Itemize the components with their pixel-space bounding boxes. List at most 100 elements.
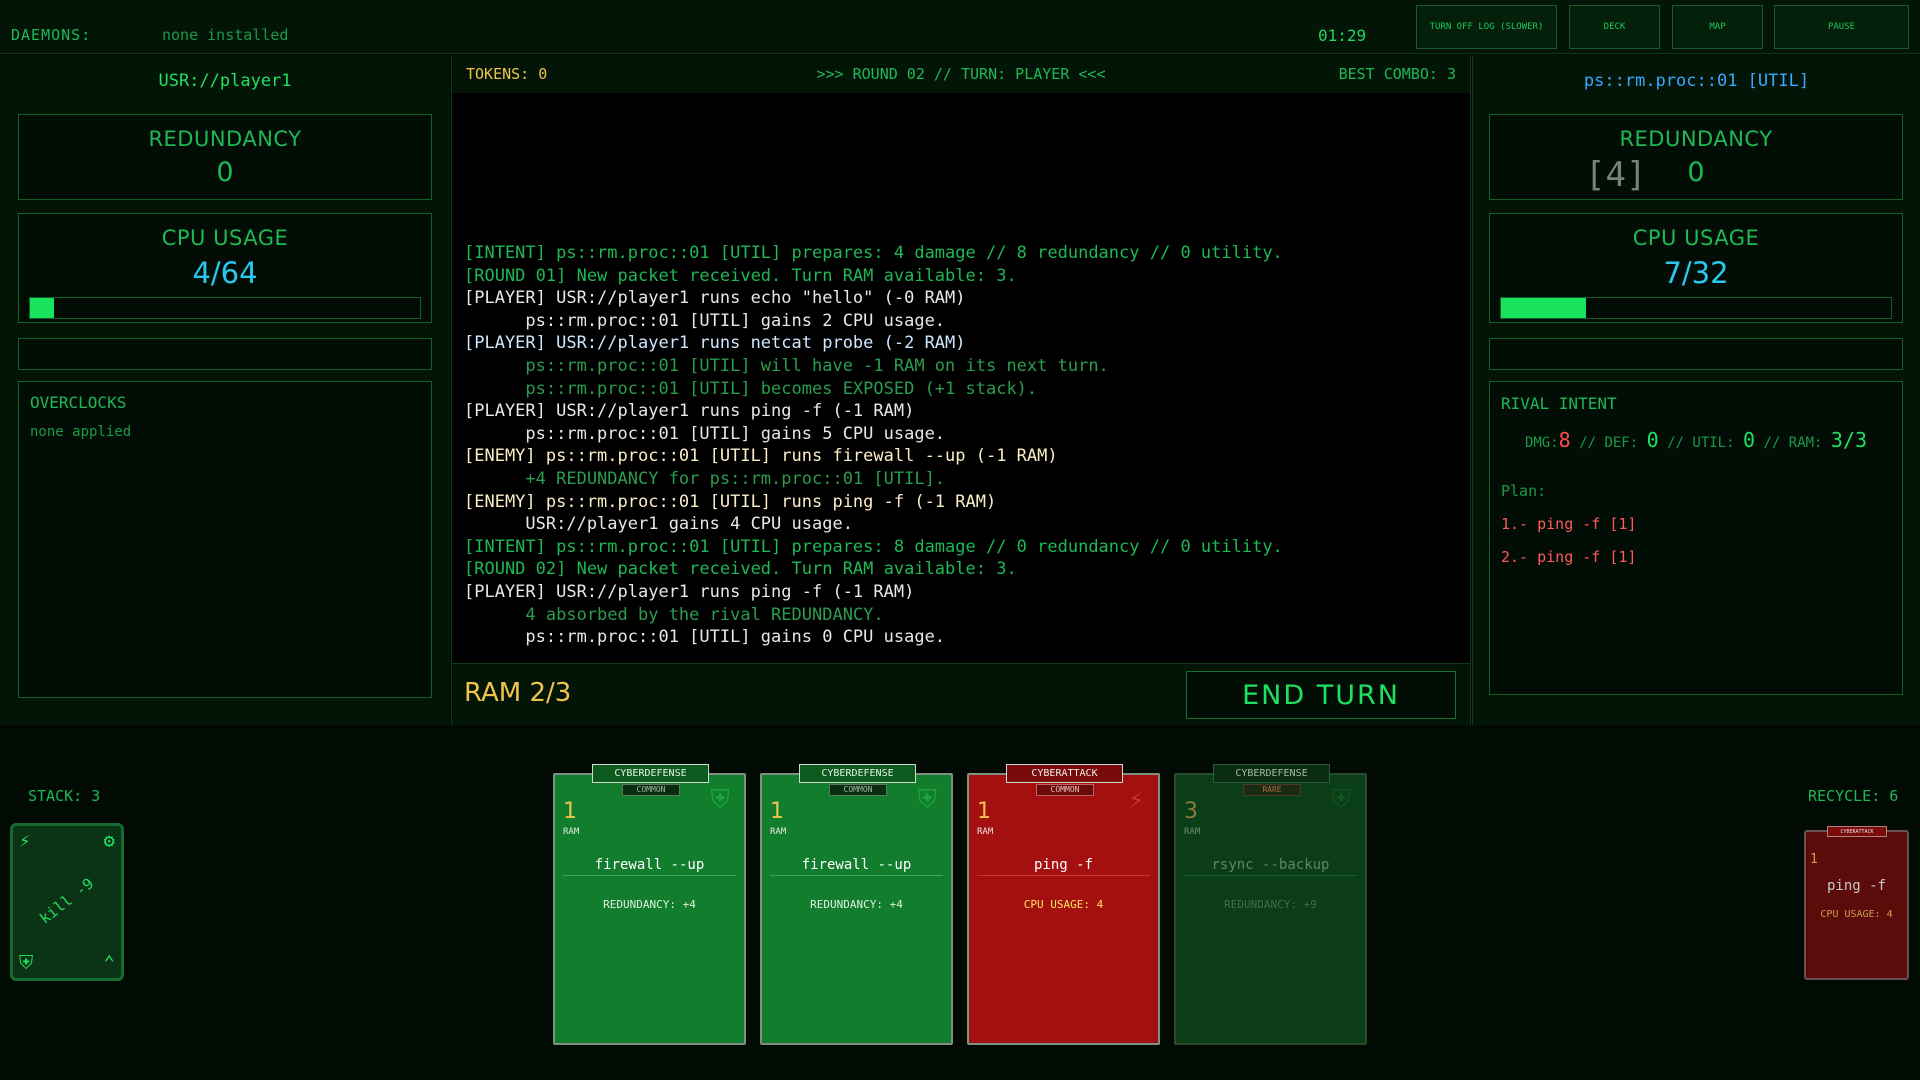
recycle-card-cost: 1	[1810, 852, 1818, 867]
player-redundancy-label: REDUNDANCY	[148, 127, 302, 151]
rival-intent-stats: DMG:8 // DEF: 0 // UTIL: 0 // RAM: 3/3	[1490, 428, 1902, 452]
combat-log[interactable]: [INTENT] ps::rm.proc::01 [UTIL] prepares…	[464, 242, 1464, 649]
hand-card[interactable]: CYBERDEFENSE COMMON 1 RAM ⛨ firewall --u…	[760, 764, 953, 1045]
redundancy-popup: [4]	[1585, 155, 1647, 195]
intent-sep: //	[1579, 435, 1597, 451]
card-name: ping -f	[1033, 857, 1093, 873]
plan-item: 2.- ping -f [1]	[1501, 548, 1637, 566]
intent-ram-value: 3/3	[1830, 428, 1868, 452]
card-rarity: COMMON	[622, 784, 680, 796]
rival-intent-box: RIVAL INTENT DMG:8 // DEF: 0 // UTIL: 0 …	[1489, 381, 1903, 695]
log-line: [PLAYER] USR://player1 runs ping -f (-1 …	[464, 581, 915, 602]
round-header: TOKENS: 0 >>> ROUND 02 // TURN: PLAYER <…	[452, 55, 1470, 93]
draw-pile-card[interactable]: ⚡ ⚙ kill -9 ⛨ ⌃	[10, 823, 124, 981]
recycle-pile-card[interactable]: CYBERATTACK 1 ping -f CPU USAGE: 4	[1804, 826, 1909, 980]
log-line: 4 absorbed by the rival REDUNDANCY.	[464, 604, 884, 625]
turn-timer: 01:29	[1318, 26, 1367, 45]
hand-card[interactable]: CYBERATTACK COMMON 1 RAM ⚡ ping -f CPU U…	[967, 764, 1160, 1045]
card-cost-label: RAM	[770, 827, 787, 837]
log-line: USR://player1 gains 4 CPU usage.	[464, 514, 853, 535]
plan-label: Plan:	[1501, 482, 1547, 500]
recycle-card-effect: CPU USAGE: 4	[1820, 909, 1893, 920]
daemons-value: none installed	[162, 26, 289, 44]
intent-dmg-label: DMG:	[1524, 435, 1559, 451]
player-cpu-box: CPU USAGE 4/64	[18, 213, 432, 323]
log-line: +4 REDUNDANCY for ps::rm.proc::01 [UTIL]…	[464, 468, 946, 489]
overclocks-value: none applied	[30, 424, 132, 440]
plan-item: 1.- ping -f [1]	[1501, 515, 1637, 533]
card-cost: 1	[977, 799, 991, 824]
intent-sep: //	[1763, 435, 1781, 451]
round-indicator: >>> ROUND 02 // TURN: PLAYER <<<	[816, 65, 1106, 83]
log-line: ps::rm.proc::01 [UTIL] will have -1 RAM …	[464, 355, 1109, 376]
card-name: rsync --backup	[1211, 857, 1330, 873]
card-effect: REDUNDANCY: +4	[603, 898, 696, 911]
intent-ram-label: RAM:	[1788, 435, 1823, 451]
card-type: CYBERDEFENSE	[1213, 764, 1330, 783]
toggle-log-button[interactable]: TURN OFF LOG (SLOWER)	[1416, 5, 1557, 49]
player-status-strip	[18, 338, 432, 370]
player-cpu-bar-fill	[30, 298, 55, 318]
log-line: [ROUND 01] New packet received. Turn RAM…	[464, 265, 1017, 286]
intent-sep: //	[1667, 435, 1684, 451]
rival-cpu-label: CPU USAGE	[1632, 226, 1760, 250]
card-effect: CPU USAGE: 4	[1023, 898, 1104, 911]
rival-intent-label: RIVAL INTENT	[1501, 394, 1617, 413]
player-cpu-bar	[29, 297, 421, 319]
daemons-label: DAEMONS:	[11, 26, 92, 44]
gear-icon: ⚙	[103, 830, 115, 852]
log-line: [ENEMY] ps::rm.proc::01 [UTIL] runs fire…	[464, 446, 1058, 467]
map-button[interactable]: MAP	[1672, 5, 1763, 49]
card-type: CYBERDEFENSE	[592, 764, 709, 783]
shield-icon: ⛨	[1331, 785, 1351, 815]
intent-def-value: 0	[1646, 428, 1659, 452]
shield-icon: ⛨	[710, 785, 730, 815]
hand-card[interactable]: CYBERDEFENSE RARE 3 RAM ⛨ rsync --backup…	[1174, 764, 1367, 1045]
overclocks-box: OVERCLOCKS none applied	[18, 381, 432, 698]
end-turn-button[interactable]: END TURN	[1186, 671, 1456, 719]
recycle-card-type: CYBERATTACK	[1827, 826, 1887, 837]
log-line: [INTENT] ps::rm.proc::01 [UTIL] prepares…	[464, 243, 1283, 263]
log-line: [PLAYER] USR://player1 runs netcat probe…	[464, 333, 966, 354]
deck-button[interactable]: DECK	[1569, 5, 1660, 49]
card-effect: REDUNDANCY: +4	[810, 898, 903, 911]
card-cost-label: RAM	[563, 827, 580, 837]
player-cpu-value: 4/64	[192, 256, 258, 290]
player-redundancy-box: REDUNDANCY 0	[18, 114, 432, 200]
card-cost: 3	[1184, 799, 1198, 824]
player-name: USR://player1	[158, 71, 292, 91]
card-divider	[1184, 875, 1357, 876]
intent-def-label: DEF:	[1604, 435, 1639, 451]
rival-cpu-bar-fill	[1501, 298, 1587, 318]
log-line: ps::rm.proc::01 [UTIL] gains 2 CPU usage…	[464, 310, 946, 331]
card-type: CYBERDEFENSE	[799, 764, 916, 783]
rival-redundancy-box: REDUNDANCY 0 [4]	[1489, 114, 1903, 200]
lightning-icon: ⚡	[1128, 785, 1144, 815]
card-cost: 1	[563, 799, 577, 824]
turn-footer: RAM 2/3 END TURN	[452, 663, 1470, 725]
draw-pile-card-name: kill -9	[36, 874, 98, 928]
recycle-label: RECYCLE: 6	[1808, 787, 1899, 805]
card-cost-label: RAM	[977, 827, 994, 837]
intent-util-label: UTIL:	[1692, 435, 1735, 451]
card-rarity: COMMON	[829, 784, 887, 796]
card-divider	[770, 875, 943, 876]
log-line: [ENEMY] ps::rm.proc::01 [UTIL] runs ping…	[464, 491, 997, 512]
card-rarity: RARE	[1243, 784, 1301, 796]
player-redundancy-value: 0	[216, 157, 234, 188]
shield-icon: ⛨	[917, 785, 937, 815]
best-combo: BEST COMBO: 3	[1338, 65, 1456, 83]
rival-name: ps::rm.proc::01 [UTIL]	[1583, 71, 1810, 91]
rival-panel: ps::rm.proc::01 [UTIL] REDUNDANCY 0 [4] …	[1472, 55, 1920, 725]
rival-cpu-box: CPU USAGE 7/32	[1489, 213, 1903, 323]
pause-button[interactable]: PAUSE	[1774, 5, 1909, 49]
ram-counter: RAM 2/3	[464, 678, 572, 708]
intent-util-value: 0	[1742, 428, 1756, 452]
card-divider	[977, 875, 1150, 876]
log-line: ps::rm.proc::01 [UTIL] gains 0 CPU usage…	[464, 627, 946, 648]
top-bar: DAEMONS: none installed 01:29 TURN OFF L…	[0, 0, 1920, 54]
card-name: firewall --up	[594, 857, 705, 873]
card-cost: 1	[770, 799, 784, 824]
shield-icon: ⛨	[19, 952, 34, 974]
hand-card[interactable]: CYBERDEFENSE COMMON 1 RAM ⛨ firewall --u…	[553, 764, 746, 1045]
